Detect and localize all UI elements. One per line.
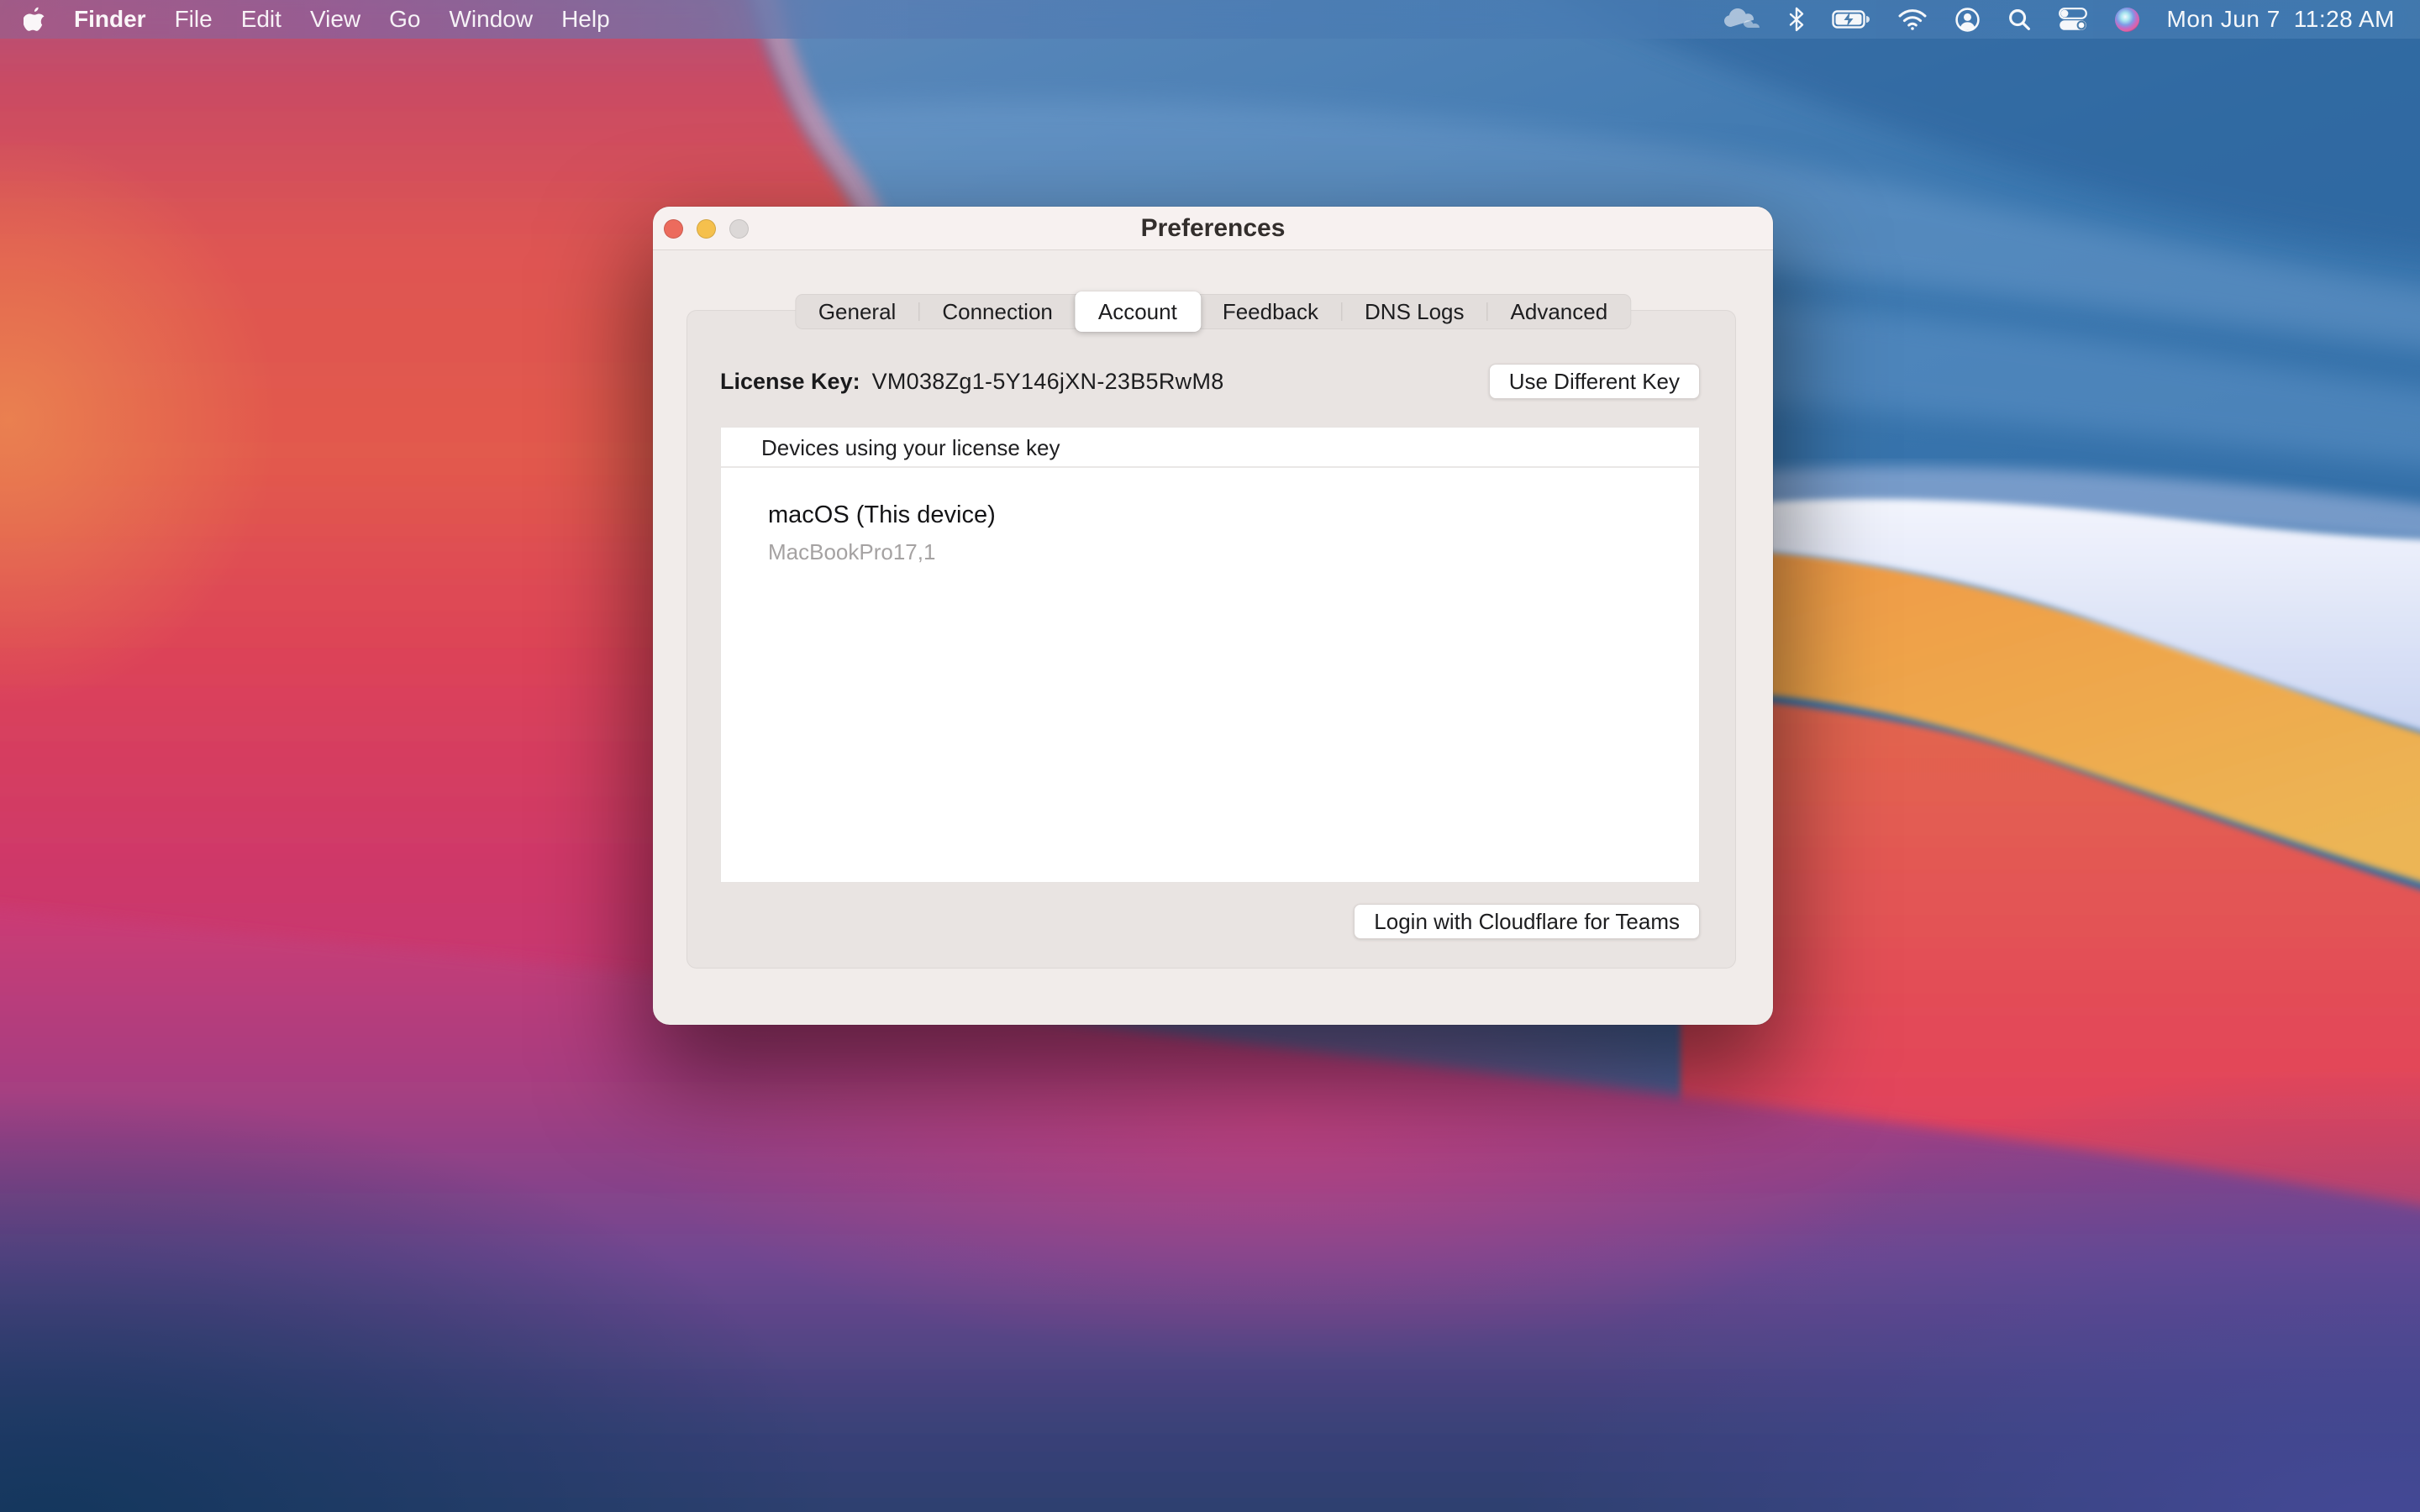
device-name: macOS (This device) [768, 501, 1699, 529]
traffic-lights [664, 207, 749, 250]
menu-help[interactable]: Help [561, 6, 610, 33]
apple-menu-icon[interactable] [24, 0, 45, 39]
menu-window[interactable]: Window [449, 6, 533, 33]
close-button[interactable] [664, 219, 683, 239]
device-list-item: macOS (This device) MacBookPro17,1 [721, 468, 1699, 565]
tab-bar: General Connection Account Feedback DNS … [795, 294, 1631, 329]
tab-account[interactable]: Account [1075, 291, 1201, 332]
license-key-row: License Key: VM038Zg1-5Y146jXN-23B5RwM8 … [720, 364, 1700, 399]
tab-general[interactable]: General [796, 294, 919, 329]
tab-feedback[interactable]: Feedback [1200, 294, 1341, 329]
clock-date: Mon Jun 7 [2167, 6, 2281, 33]
teams-login-row: Login with Cloudflare for Teams [1354, 904, 1700, 939]
cloudflare-icon[interactable] [1723, 0, 1761, 39]
login-cloudflare-teams-button[interactable]: Login with Cloudflare for Teams [1354, 904, 1700, 939]
menu-file[interactable]: File [175, 6, 213, 33]
tab-dns-logs[interactable]: DNS Logs [1342, 294, 1487, 329]
devices-panel: Devices using your license key macOS (Th… [720, 427, 1700, 883]
spotlight-search-icon[interactable] [2007, 0, 2032, 39]
tab-advanced[interactable]: Advanced [1488, 294, 1631, 329]
devices-panel-header: Devices using your license key [721, 428, 1699, 468]
menu-go[interactable]: Go [389, 6, 420, 33]
license-key-value: VM038Zg1-5Y146jXN-23B5RwM8 [872, 369, 1224, 395]
wifi-icon[interactable] [1897, 0, 1928, 39]
menu-bar: Finder File Edit View Go Window Help [0, 0, 2420, 39]
menu-bar-clock[interactable]: Mon Jun 7 11:28 AM [2167, 6, 2395, 33]
siri-icon[interactable] [2114, 0, 2140, 39]
tab-connection[interactable]: Connection [919, 294, 1076, 329]
use-different-key-button[interactable]: Use Different Key [1489, 364, 1700, 399]
device-model: MacBookPro17,1 [768, 539, 1699, 565]
window-title: Preferences [653, 214, 1773, 243]
control-center-icon[interactable] [2059, 0, 2087, 39]
zoom-button-disabled [729, 219, 749, 239]
clock-time: 11:28 AM [2294, 6, 2395, 33]
license-key-label: License Key: [720, 369, 860, 395]
bluetooth-icon[interactable] [1788, 0, 1805, 39]
window-titlebar: Preferences [653, 207, 1773, 250]
minimize-button[interactable] [697, 219, 716, 239]
menu-edit[interactable]: Edit [241, 6, 281, 33]
battery-charging-icon[interactable] [1832, 0, 1870, 39]
user-account-icon[interactable] [1954, 0, 1981, 39]
menu-view[interactable]: View [310, 6, 360, 33]
menu-app-name[interactable]: Finder [74, 6, 146, 33]
preferences-window: Preferences General Connection Account F… [653, 207, 1773, 1025]
